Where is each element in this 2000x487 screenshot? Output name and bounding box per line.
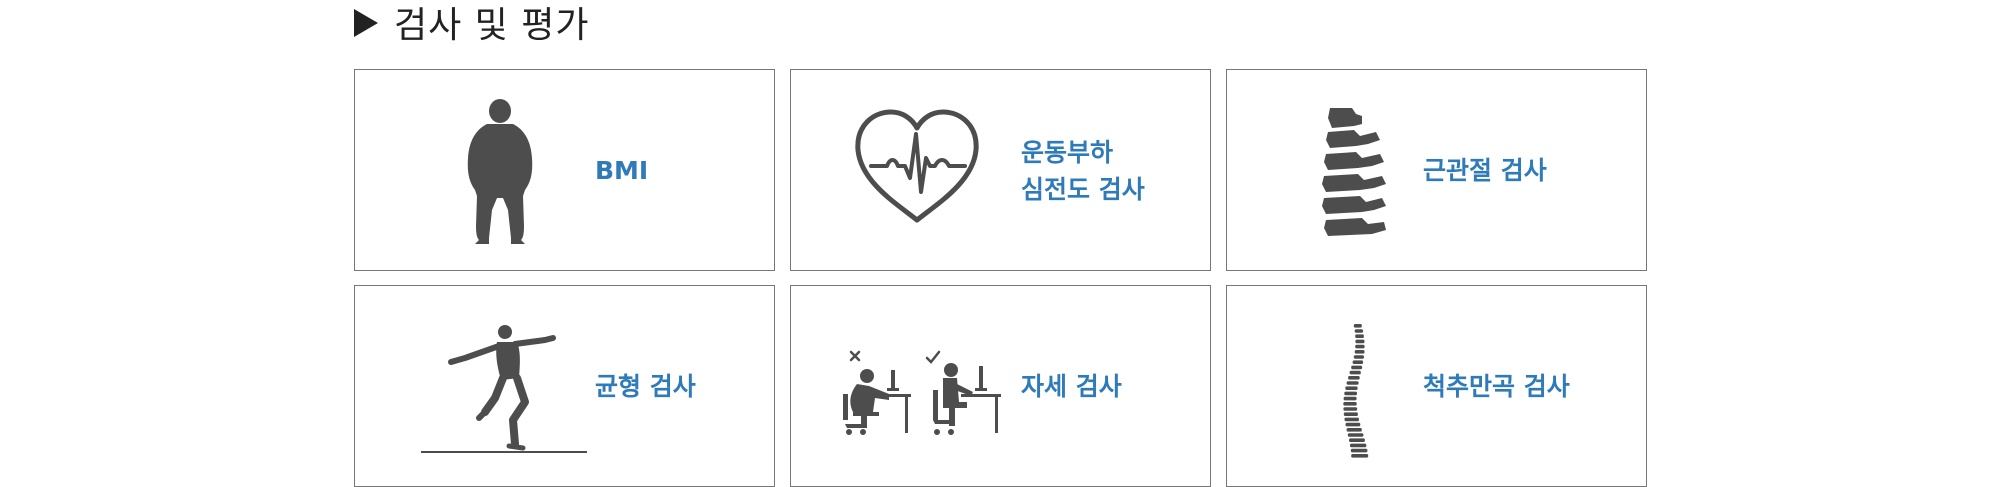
card-label: 균형 검사	[595, 372, 696, 401]
vertebra-segment	[1354, 350, 1365, 354]
vertebra-segment	[1348, 376, 1360, 380]
card-label-line1: 운동부하	[1021, 138, 1114, 167]
vertebra-segment	[1343, 396, 1357, 401]
vertebra-segment	[1350, 448, 1368, 453]
card-exercise-ecg[interactable]: 운동부하 심전도 검사	[790, 69, 1211, 271]
vertebra-segment	[1345, 386, 1358, 390]
vertebra-segment	[1353, 355, 1364, 359]
vertebra-segment	[1349, 438, 1365, 442]
card-balance-test[interactable]: 균형 검사	[354, 285, 775, 487]
vertebra-segment	[1355, 339, 1365, 344]
section-heading: 검사 및 평가	[354, 0, 590, 46]
balance-person-icon	[421, 325, 587, 453]
vertebra-segment	[1355, 334, 1364, 338]
card-spinal-curvature-test[interactable]: 척추만곡 검사	[1226, 285, 1647, 487]
vertebra-segment	[1343, 402, 1357, 406]
vertebra-segment	[1344, 391, 1357, 396]
vertebra-segment	[1345, 422, 1361, 427]
card-bmi[interactable]: BMI	[354, 69, 775, 271]
body-silhouette-icon	[467, 99, 533, 244]
vertebra-segment	[1347, 433, 1364, 437]
vertebra-segment	[1350, 443, 1367, 448]
card-label-line2: 심전도 검사	[1021, 175, 1145, 204]
vertebra-segment	[1351, 365, 1363, 370]
vertebra-segment	[1343, 407, 1358, 411]
card-label: 자세 검사	[1021, 372, 1122, 401]
vertebra-segment	[1353, 324, 1362, 328]
vertebra-segment	[1346, 381, 1359, 385]
vertebra-segment	[1346, 428, 1362, 432]
vertebra-segment	[1354, 329, 1364, 333]
card-label: 근관절 검사	[1423, 156, 1547, 185]
section-title: 검사 및 평가	[394, 5, 590, 46]
triangle-bullet-icon	[354, 9, 378, 37]
card-posture-test[interactable]: 자세 검사	[790, 285, 1211, 487]
vertebra-segment	[1349, 370, 1361, 375]
card-label: BMI	[595, 156, 649, 185]
vertebra-segment	[1355, 344, 1365, 349]
heart-ecg-icon	[855, 109, 979, 223]
posture-desk-icon	[843, 350, 1001, 435]
vertebrae-icon	[1322, 108, 1386, 236]
vertebra-segment	[1352, 360, 1364, 364]
spine-curve-icon	[1343, 324, 1369, 458]
vertebra-segment	[1344, 417, 1359, 422]
card-label: 척추만곡 검사	[1423, 372, 1570, 401]
vertebra-segment	[1351, 454, 1369, 458]
vertebra-segment	[1343, 412, 1358, 416]
card-joint-test[interactable]: 근관절 검사	[1226, 69, 1647, 271]
